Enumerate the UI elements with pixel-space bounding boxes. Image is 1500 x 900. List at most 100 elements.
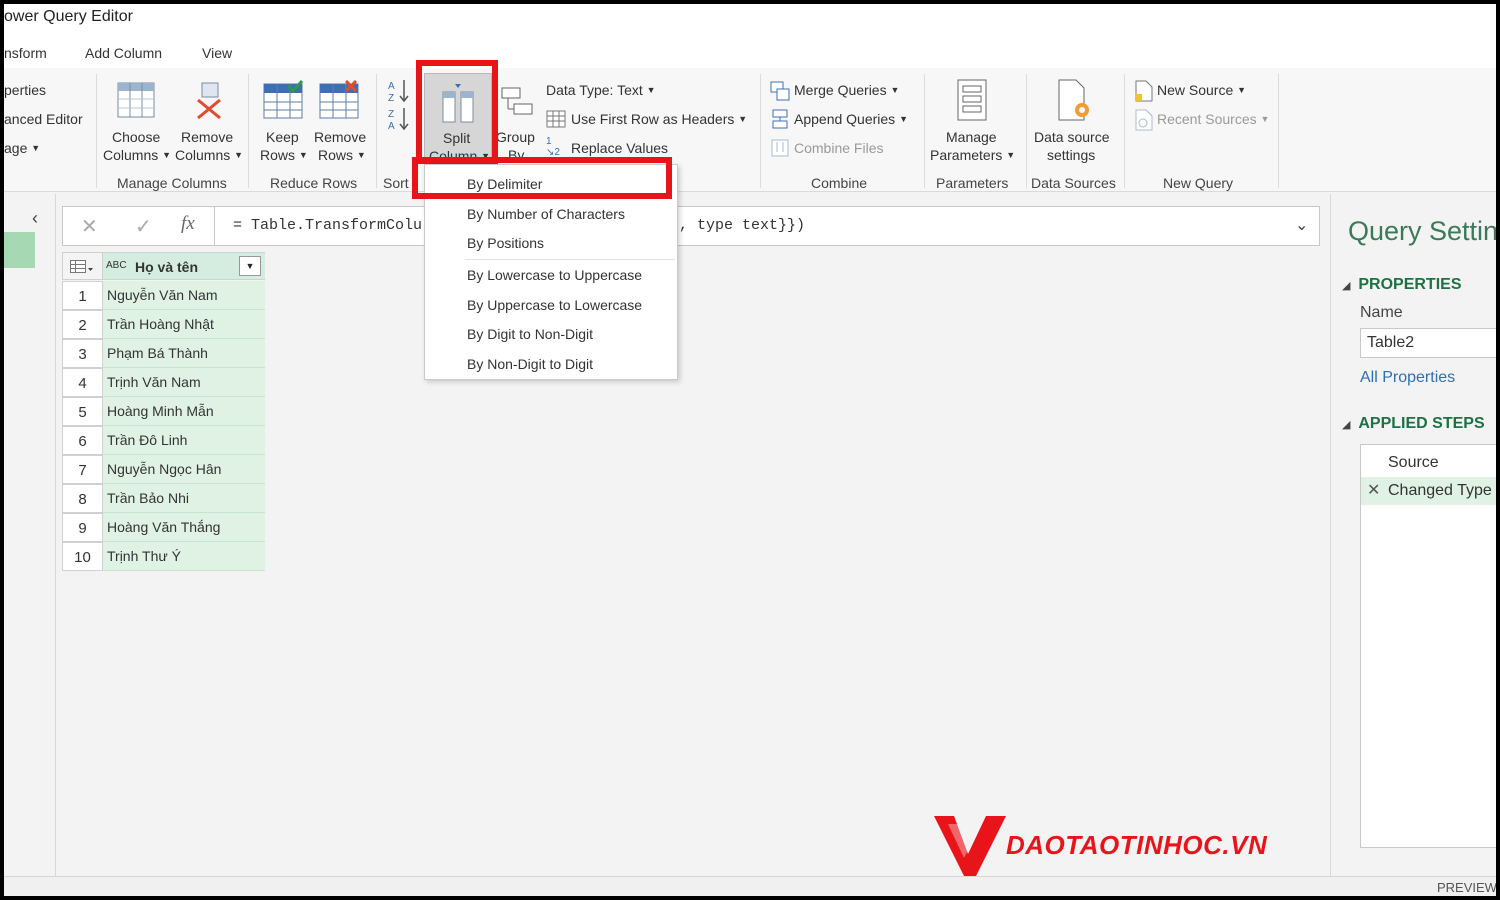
watermark-v-icon xyxy=(934,816,1006,876)
separator xyxy=(1124,74,1125,188)
data-source-settings-button[interactable]: Data source xyxy=(1034,129,1109,145)
status-bar: PREVIEW xyxy=(4,876,1496,896)
table-cell[interactable]: Trần Hoàng Nhật xyxy=(103,310,265,339)
menu-item-by-uppercase-to-lowercase[interactable]: By Uppercase to Lowercase xyxy=(467,297,642,313)
query-name-input[interactable]: Table2 xyxy=(1360,328,1496,358)
replace-values-button[interactable]: Replace Values xyxy=(571,140,668,156)
table-cell[interactable]: Nguyễn Văn Nam xyxy=(103,281,265,310)
row-number[interactable]: 8 xyxy=(62,484,103,513)
table-cell[interactable]: Hoàng Minh Mẫn xyxy=(103,397,265,426)
delete-step-icon[interactable]: ✕ xyxy=(1367,480,1380,500)
fx-icon[interactable]: fx xyxy=(181,213,195,235)
choose-columns-button[interactable]: Choose xyxy=(112,129,160,145)
table-cell[interactable]: Trịnh Thư Ý xyxy=(103,542,265,571)
menu-item-by-number-of-characters[interactable]: By Number of Characters xyxy=(467,206,625,222)
row-number[interactable]: 4 xyxy=(62,368,103,397)
combine-files-button[interactable]: Combine Files xyxy=(794,140,883,156)
sort-ascending-icon[interactable]: AZ xyxy=(388,78,410,107)
table-cell[interactable]: Nguyễn Ngọc Hân xyxy=(103,455,265,484)
merge-queries-button[interactable]: Merge Queries ▼ xyxy=(794,82,899,98)
separator xyxy=(1278,74,1279,188)
formula-text-right[interactable]: , type text}}) xyxy=(679,217,805,234)
properties-header: PROPERTIES xyxy=(1358,276,1462,293)
tab-view[interactable]: View xyxy=(202,45,232,61)
remove-rows-button-line2[interactable]: Rows ▼ xyxy=(318,147,366,163)
recent-sources-icon xyxy=(1134,109,1154,134)
remove-columns-button[interactable]: Remove xyxy=(181,129,233,145)
menu-item-by-lowercase-to-uppercase[interactable]: By Lowercase to Uppercase xyxy=(467,267,642,283)
table-cell[interactable]: Trần Bảo Nhi xyxy=(103,484,265,513)
row-number[interactable]: 9 xyxy=(62,513,103,542)
cancel-icon[interactable]: ✕ xyxy=(81,214,98,239)
group-by-button[interactable]: Group xyxy=(496,129,535,145)
row-number[interactable]: 5 xyxy=(62,397,103,426)
applied-steps-section[interactable]: ◢ APPLIED STEPS xyxy=(1342,415,1485,433)
row-number[interactable]: 6 xyxy=(62,426,103,455)
tab-add-column[interactable]: Add Column xyxy=(85,45,162,61)
ribbon: perties anced Editor age ▼ Choose Column… xyxy=(4,68,1496,192)
collapse-triangle-icon[interactable]: ◢ xyxy=(1342,280,1350,292)
sort-descending-icon[interactable]: ZA xyxy=(388,106,410,135)
choose-columns-icon xyxy=(116,80,156,123)
column-filter-dropdown-icon[interactable]: ▼ xyxy=(239,256,261,276)
step-changed-type-label: Changed Type xyxy=(1388,482,1492,499)
data-sources-group-label: Data Sources xyxy=(1031,175,1116,191)
svg-text:A: A xyxy=(388,81,395,92)
table-cell[interactable]: Phạm Bá Thành xyxy=(103,339,265,368)
confirm-icon[interactable]: ✓ xyxy=(135,214,152,239)
choose-columns-button-line2[interactable]: Columns ▼ xyxy=(103,147,171,163)
table-cell[interactable]: Trần Đô Linh xyxy=(103,426,265,455)
properties-button[interactable]: perties xyxy=(4,82,46,98)
replace-values-icon: 1 ↘2 xyxy=(546,136,560,158)
separator xyxy=(248,74,249,188)
data-source-settings-button-line2[interactable]: settings xyxy=(1047,147,1095,163)
step-source[interactable]: Source xyxy=(1388,454,1439,472)
column-header[interactable]: ABC Họ và tên ▼ xyxy=(103,252,265,280)
menu-item-by-non-digit-to-digit[interactable]: By Non-Digit to Digit xyxy=(467,356,593,372)
collapse-triangle-icon[interactable]: ◢ xyxy=(1342,419,1350,431)
table-cell[interactable]: Trịnh Văn Nam xyxy=(103,368,265,397)
row-number[interactable]: 3 xyxy=(62,339,103,368)
selected-query-indicator[interactable] xyxy=(4,232,35,268)
table-menu-icon[interactable] xyxy=(62,252,103,280)
remove-rows-button[interactable]: Remove xyxy=(314,129,366,145)
keep-rows-button-line2[interactable]: Rows ▼ xyxy=(260,147,308,163)
step-changed-type[interactable]: ✕ Changed Type xyxy=(1361,477,1496,505)
svg-text:Z: Z xyxy=(388,93,394,104)
manage-parameters-button-line2[interactable]: Parameters ▼ xyxy=(930,147,1015,163)
keep-rows-button[interactable]: Keep xyxy=(266,129,299,145)
collapse-chevron-icon[interactable]: ‹ xyxy=(32,208,38,229)
use-first-row-as-headers-button[interactable]: Use First Row as Headers ▼ xyxy=(571,111,747,127)
highlight-by-delimiter xyxy=(412,157,672,199)
column-header-label: Họ và tên xyxy=(135,259,199,275)
formula-expand-chevron-icon[interactable]: ⌄ xyxy=(1295,215,1308,235)
row-number[interactable]: 10 xyxy=(62,542,103,571)
new-source-icon xyxy=(1134,80,1154,105)
manage-parameters-button[interactable]: Manage xyxy=(946,129,997,145)
watermark-text: DAOTAOTINHOC.VN xyxy=(1006,830,1268,860)
formula-text-left[interactable]: = Table.TransformColu xyxy=(233,217,422,234)
manage-columns-group-label: Manage Columns xyxy=(117,175,227,191)
data-type-dropdown[interactable]: Data Type: Text ▼ xyxy=(546,82,656,98)
remove-rows-icon xyxy=(318,79,360,123)
reduce-rows-group-label: Reduce Rows xyxy=(270,175,358,191)
new-source-button[interactable]: New Source ▼ xyxy=(1157,82,1246,98)
row-number[interactable]: 7 xyxy=(62,455,103,484)
preview-status: PREVIEW xyxy=(1437,880,1496,895)
tab-transform[interactable]: nsform xyxy=(4,45,47,61)
menu-item-by-positions[interactable]: By Positions xyxy=(467,235,544,251)
remove-columns-button-line2[interactable]: Columns ▼ xyxy=(175,147,243,163)
advanced-editor-button[interactable]: anced Editor xyxy=(4,111,83,127)
append-queries-button[interactable]: Append Queries ▼ xyxy=(794,111,908,127)
recent-sources-button[interactable]: Recent Sources ▼ xyxy=(1157,111,1269,127)
row-number[interactable]: 1 xyxy=(62,281,103,310)
menu-item-by-digit-to-non-digit[interactable]: By Digit to Non-Digit xyxy=(467,326,593,342)
all-properties-link[interactable]: All Properties xyxy=(1360,369,1455,387)
menu-bar: nsform Add Column View xyxy=(4,36,1496,68)
properties-section[interactable]: ◢ PROPERTIES xyxy=(1342,276,1462,294)
row-number[interactable]: 2 xyxy=(62,310,103,339)
text-type-icon[interactable]: ABC xyxy=(106,260,127,271)
table-cell[interactable]: Hoàng Văn Thắng xyxy=(103,513,265,542)
manage-button[interactable]: age ▼ xyxy=(4,140,40,156)
title-bar: ower Query Editor xyxy=(4,4,1496,36)
